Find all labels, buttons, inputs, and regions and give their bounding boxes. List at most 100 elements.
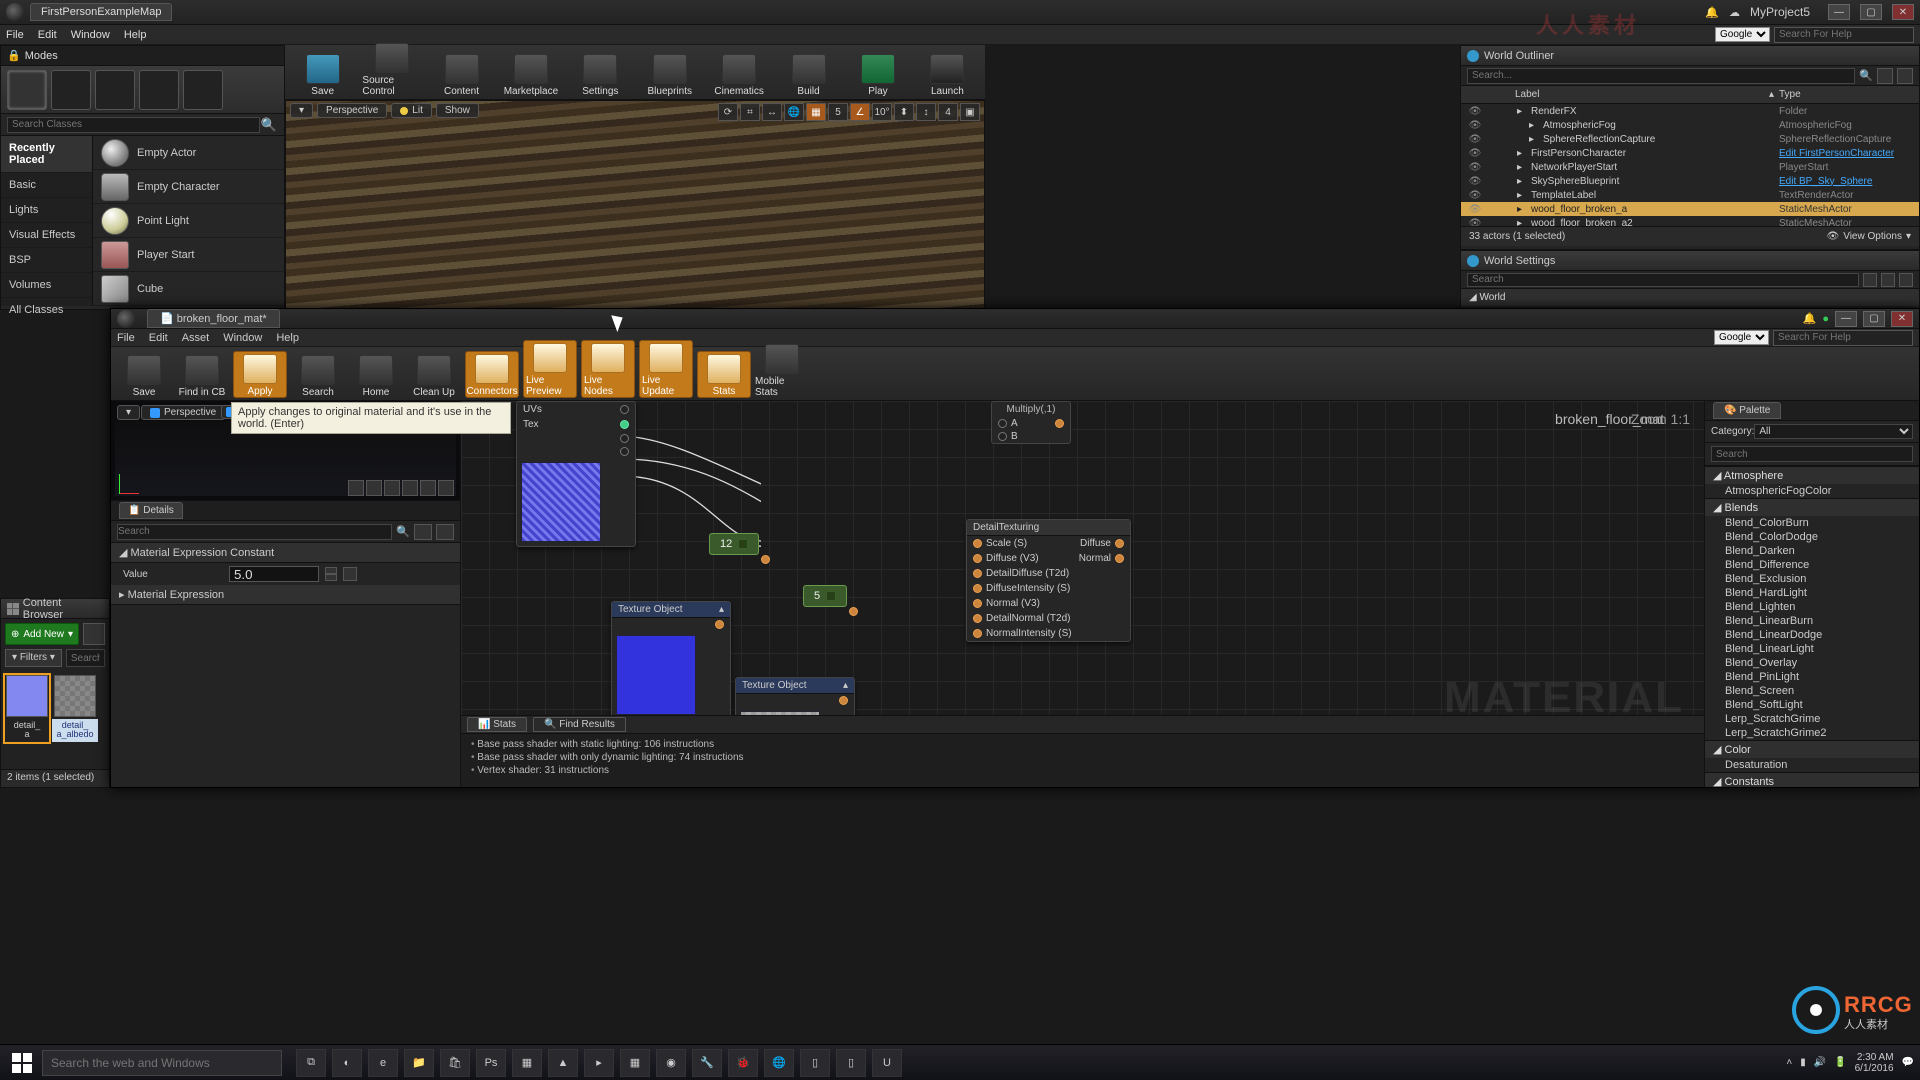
preview-shape-cylinder-button[interactable] (348, 480, 364, 496)
material-toolbar-clean-up-button[interactable]: Clean Up (407, 355, 461, 398)
toolbar-source-control-button[interactable]: Source Control (362, 43, 421, 97)
output-pin[interactable] (1115, 539, 1124, 548)
output-pin[interactable] (620, 447, 629, 456)
app-icon[interactable]: ▯ (836, 1049, 866, 1077)
modes-category[interactable]: Basic (1, 173, 92, 198)
placeable-item[interactable]: Empty Character (93, 170, 284, 204)
viewport-tool-icon[interactable]: ↕ (916, 103, 936, 121)
visibility-eye-icon[interactable]: 👁 (1467, 204, 1483, 215)
app-icon[interactable]: 🌐 (764, 1049, 794, 1077)
palette-item[interactable]: Blend_Darken (1705, 544, 1919, 558)
taskbar-search[interactable] (42, 1050, 282, 1076)
viewport-tool-icon[interactable]: ↔ (762, 103, 782, 121)
outliner-search-input[interactable] (1467, 68, 1855, 84)
palette-item[interactable]: Blend_ColorBurn (1705, 516, 1919, 530)
modes-category[interactable]: Lights (1, 198, 92, 223)
palette-item[interactable]: Blend_Lighten (1705, 600, 1919, 614)
detail-texturing-node[interactable]: DetailTexturing Scale (S)DiffuseDiffuse … (966, 519, 1131, 642)
material-toolbar-save-button[interactable]: Save (117, 355, 171, 398)
palette-category[interactable]: ◢ Atmosphere (1705, 466, 1919, 484)
output-pin[interactable] (620, 434, 629, 443)
material-toolbar-connectors-button[interactable]: Connectors (465, 351, 519, 398)
material-toolbar-apply-button[interactable]: Apply (233, 351, 287, 398)
viewport-tool-icon[interactable]: ⟳ (718, 103, 738, 121)
outliner-row[interactable]: 👁 ▸ TemplateLabel TextRenderActor (1461, 188, 1919, 202)
search-icon[interactable]: 🔍 (396, 525, 410, 538)
toolbar-cinematics-button[interactable]: Cinematics (709, 54, 768, 97)
palette-category[interactable]: ◢ Blends (1705, 498, 1919, 516)
start-button[interactable] (6, 1049, 38, 1077)
window-maximize-button[interactable]: ▢ (1863, 311, 1885, 327)
preview-shape-plane-button[interactable] (384, 480, 400, 496)
placeable-item[interactable]: Player Start (93, 238, 284, 272)
input-pin[interactable] (973, 569, 982, 578)
menu-asset[interactable]: Asset (182, 332, 210, 344)
taskbar-search-input[interactable] (42, 1050, 282, 1076)
material-toolbar-search-button[interactable]: Search (291, 355, 345, 398)
palette-item[interactable]: Blend_LinearBurn (1705, 614, 1919, 628)
palette-item[interactable]: Desaturation (1705, 758, 1919, 772)
help-search-engine[interactable]: Google (1715, 27, 1770, 42)
toolbar-build-button[interactable]: Build (779, 54, 838, 97)
window-minimize-button[interactable]: — (1835, 311, 1857, 327)
notifications-icon[interactable]: 💬 (1902, 1057, 1914, 1068)
modes-category[interactable]: BSP (1, 248, 92, 273)
outliner-row[interactable]: 👁 ▸ SphereReflectionCapture SphereReflec… (1461, 132, 1919, 146)
output-pin[interactable] (620, 420, 629, 429)
window-close-button[interactable]: ✕ (1891, 311, 1913, 327)
modes-category[interactable]: All Classes (1, 298, 92, 323)
viewport-snap-grid-button[interactable]: ▦ (806, 103, 826, 121)
details-tab[interactable]: 📋 Details (119, 502, 183, 519)
input-pin[interactable] (973, 614, 982, 623)
eye-icon[interactable]: 👁 (1827, 231, 1840, 242)
window-close-button[interactable]: ✕ (1892, 4, 1914, 20)
viewport-lit-button[interactable]: Lit (391, 103, 432, 118)
input-pin[interactable] (998, 432, 1007, 441)
palette-category-select[interactable]: All (1754, 424, 1913, 439)
view-options-button[interactable]: View Options (1843, 231, 1902, 242)
world-settings-search-input[interactable] (1467, 273, 1859, 287)
add-new-button[interactable]: ⊕ Add New ▾ (5, 623, 79, 645)
actor-type[interactable]: Edit FirstPersonCharacter (1779, 148, 1919, 159)
visibility-eye-icon[interactable]: 👁 (1467, 120, 1483, 131)
palette-item[interactable]: Blend_Exclusion (1705, 572, 1919, 586)
toolbar-save-button[interactable]: Save (293, 54, 352, 97)
filter-icon[interactable] (1899, 273, 1913, 287)
palette-item[interactable]: Blend_LinearLight (1705, 642, 1919, 656)
input-pin[interactable] (973, 599, 982, 608)
viewport-projection-button[interactable]: Perspective (317, 103, 387, 118)
palette-item[interactable]: Blend_Overlay (1705, 656, 1919, 670)
chevron-down-icon[interactable]: ▾ (1906, 231, 1911, 242)
toolbar-settings-button[interactable]: Settings (571, 54, 630, 97)
app-icon[interactable]: ▯ (800, 1049, 830, 1077)
app-icon[interactable]: ▦ (512, 1049, 542, 1077)
menu-window[interactable]: Window (223, 332, 262, 344)
palette-item[interactable]: Lerp_ScratchGrime (1705, 712, 1919, 726)
viewport-angle-value[interactable]: 10° (872, 103, 892, 121)
explorer-app-icon[interactable]: 📁 (404, 1049, 434, 1077)
photos-app-icon[interactable]: ▲ (548, 1049, 578, 1077)
details-eye-button[interactable] (436, 524, 454, 540)
outliner-list[interactable]: 👁 ▸ RenderFX Folder👁 ▸ AtmosphericFog At… (1461, 104, 1919, 226)
volume-icon[interactable]: 🔊 (1814, 1057, 1826, 1068)
chevron-down-icon[interactable] (826, 591, 836, 601)
palette-item[interactable]: Lerp_ScratchGrime2 (1705, 726, 1919, 740)
output-pin[interactable] (849, 607, 858, 616)
palette-item[interactable]: Blend_PinLight (1705, 670, 1919, 684)
palette-search-input[interactable] (1711, 446, 1913, 462)
system-tray[interactable]: ˄ ▮ 🔊 🔋 2:30 AM 6/1/2016 💬 (1786, 1052, 1914, 1074)
search-icon[interactable] (1863, 273, 1877, 287)
visibility-eye-icon[interactable]: 👁 (1467, 148, 1483, 159)
placeable-item[interactable]: Point Light (93, 204, 284, 238)
outliner-row[interactable]: 👁 ▸ NetworkPlayerStart PlayerStart (1461, 160, 1919, 174)
find-results-tab[interactable]: 🔍 Find Results (533, 717, 626, 732)
material-toolbar-home-button[interactable]: Home (349, 355, 403, 398)
outliner-row[interactable]: 👁 ▸ wood_floor_broken_a2 StaticMeshActor (1461, 216, 1919, 226)
menu-file[interactable]: File (117, 332, 135, 344)
window-minimize-button[interactable]: — (1828, 4, 1850, 20)
chrome-app-icon[interactable]: ◉ (656, 1049, 686, 1077)
toolbar-launch-button[interactable]: Launch (918, 54, 977, 97)
viewport-tool-icon[interactable]: 🌐 (784, 103, 804, 121)
preview-grid-button[interactable] (438, 480, 454, 496)
spinner-icon[interactable] (325, 567, 337, 581)
